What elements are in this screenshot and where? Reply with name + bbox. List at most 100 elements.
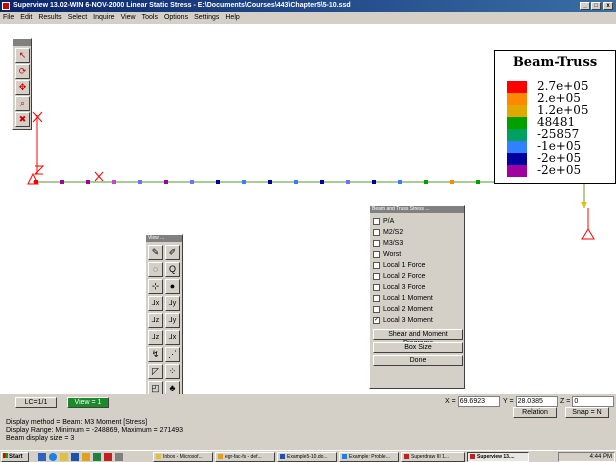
option-local3-moment[interactable]: ✓ Local 3 Moment <box>373 315 461 326</box>
start-button[interactable]: Start <box>1 452 29 462</box>
beam-node[interactable] <box>34 180 38 184</box>
menu-settings[interactable]: Settings <box>191 12 222 24</box>
beam-node[interactable] <box>346 180 350 184</box>
checkbox[interactable] <box>373 273 380 280</box>
beam-node[interactable] <box>216 180 220 184</box>
option-local1-moment[interactable]: Local 1 Moment <box>373 293 461 304</box>
beam-node[interactable] <box>424 180 428 184</box>
quicklaunch-app-icon[interactable] <box>104 453 112 461</box>
zoom-icon[interactable]: ⌕ <box>15 96 30 111</box>
perspective-icon[interactable]: ⋰ <box>165 347 180 362</box>
quicklaunch-misc-icon[interactable] <box>115 453 123 461</box>
fit-icon[interactable]: ⊹ <box>148 279 163 294</box>
beam-node[interactable] <box>450 180 454 184</box>
beam-node[interactable] <box>294 180 298 184</box>
checkbox[interactable] <box>373 262 380 269</box>
beam-node[interactable] <box>398 180 402 184</box>
legend-swatch <box>507 165 527 177</box>
legend-swatch <box>507 129 527 141</box>
box-size-button[interactable]: Box Size <box>373 342 463 353</box>
task-example-problem[interactable]: Example: Proble... <box>339 452 399 462</box>
panel-titlebar[interactable]: Beam and Truss Stress ... <box>370 206 464 213</box>
quicklaunch-ie-icon[interactable] <box>49 453 57 461</box>
snap-button[interactable]: Snap = N <box>565 407 609 418</box>
option-pa[interactable]: P/A <box>373 216 461 227</box>
delete-icon[interactable]: ✖ <box>15 112 30 127</box>
option-local3-force[interactable]: Local 3 Force <box>373 282 461 293</box>
grid-icon[interactable]: ◸ <box>148 364 163 379</box>
beam-node[interactable] <box>190 180 194 184</box>
rotate-icon[interactable]: ⟳ <box>15 64 30 79</box>
beam-node[interactable] <box>86 180 90 184</box>
menu-file[interactable]: File <box>0 12 17 24</box>
checkbox[interactable] <box>373 240 380 247</box>
quicklaunch-word-icon[interactable] <box>71 453 79 461</box>
load-case-button[interactable]: LC=1/1 <box>15 397 57 408</box>
menu-edit[interactable]: Edit <box>17 12 35 24</box>
maximize-button[interactable]: □ <box>591 2 601 10</box>
pencil-icon[interactable]: ✎ <box>148 245 163 260</box>
menu-options[interactable]: Options <box>161 12 191 24</box>
checkbox[interactable] <box>373 295 380 302</box>
beam-node[interactable] <box>268 180 272 184</box>
option-m2s2[interactable]: M2/S2 <box>373 227 461 238</box>
menu-inquire[interactable]: Inquire <box>90 12 117 24</box>
task-inbox[interactable]: Inbox - Microsof... <box>153 452 213 462</box>
menu-select[interactable]: Select <box>65 12 90 24</box>
iso-icon[interactable]: ↯ <box>148 347 163 362</box>
checkbox[interactable] <box>373 251 380 258</box>
axis-x-icon[interactable]: ⅃x <box>148 296 163 311</box>
option-m3s3[interactable]: M3/S3 <box>373 238 461 249</box>
task-egr-fac[interactable]: egr-fac-fs - def... <box>215 452 275 462</box>
sphere-icon[interactable]: ● <box>165 279 180 294</box>
shear-moment-diagrams-button[interactable]: Shear and Moment Diagrams <box>373 329 463 347</box>
measure-icon[interactable]: ⁘ <box>165 364 180 379</box>
task-superview[interactable]: Superview 13.... <box>467 452 529 462</box>
done-button[interactable]: Done <box>373 355 463 366</box>
view-palette-titlebar[interactable]: View ... <box>146 235 182 242</box>
axis-zx-icon[interactable]: ⅃x <box>165 330 180 345</box>
option-local1-force[interactable]: Local 1 Force <box>373 260 461 271</box>
checkbox[interactable] <box>373 218 380 225</box>
axis-yz-icon[interactable]: ⅃z <box>148 330 163 345</box>
menu-help[interactable]: Help <box>222 12 242 24</box>
quicklaunch-desktop-icon[interactable] <box>38 453 46 461</box>
beam-node[interactable] <box>476 180 480 184</box>
relation-button[interactable]: Relation <box>513 407 557 418</box>
zoom-in-icon[interactable]: Q <box>165 262 180 277</box>
quicklaunch-excel-icon[interactable] <box>93 453 101 461</box>
option-worst[interactable]: Worst <box>373 249 461 260</box>
view-number-button[interactable]: View = 1 <box>67 397 109 408</box>
checkbox[interactable] <box>373 284 380 291</box>
beam-node[interactable] <box>112 180 116 184</box>
brush-icon[interactable]: ✐ <box>165 245 180 260</box>
beam-node[interactable] <box>138 180 142 184</box>
rotate-icon[interactable]: ◌ <box>148 262 163 277</box>
task-example-doc[interactable]: Example5-10.do... <box>277 452 337 462</box>
minimize-button[interactable]: _ <box>580 2 590 10</box>
quicklaunch-outlook-icon[interactable] <box>60 453 68 461</box>
model-canvas[interactable]: Beam-Truss 2.7e+05 2.e+05 1.2e+05 48481 … <box>0 24 616 424</box>
beam-node[interactable] <box>164 180 168 184</box>
menu-tools[interactable]: Tools <box>139 12 161 24</box>
checkbox[interactable] <box>373 229 380 236</box>
beam-node[interactable] <box>372 180 376 184</box>
quicklaunch-powerpoint-icon[interactable] <box>82 453 90 461</box>
close-button[interactable]: x <box>603 2 613 10</box>
pan-icon[interactable]: ✥ <box>15 80 30 95</box>
beam-node[interactable] <box>60 180 64 184</box>
select-arrow-icon[interactable]: ↖ <box>15 48 30 63</box>
checkbox[interactable] <box>373 306 380 313</box>
option-local2-force[interactable]: Local 2 Force <box>373 271 461 282</box>
option-local2-moment[interactable]: Local 2 Moment <box>373 304 461 315</box>
axis-z-icon[interactable]: ⅃z <box>148 313 163 328</box>
beam-node[interactable] <box>242 180 246 184</box>
task-superdraw[interactable]: Superdraw III 1... <box>401 452 465 462</box>
beam-node[interactable] <box>320 180 324 184</box>
checkbox[interactable]: ✓ <box>373 317 380 324</box>
menu-view[interactable]: View <box>118 12 139 24</box>
axis-xy-icon[interactable]: ⅃y <box>165 313 180 328</box>
axis-y-icon[interactable]: ⅃y <box>165 296 180 311</box>
menu-results[interactable]: Results <box>35 12 64 24</box>
select-toolbar-titlebar[interactable] <box>13 39 31 46</box>
